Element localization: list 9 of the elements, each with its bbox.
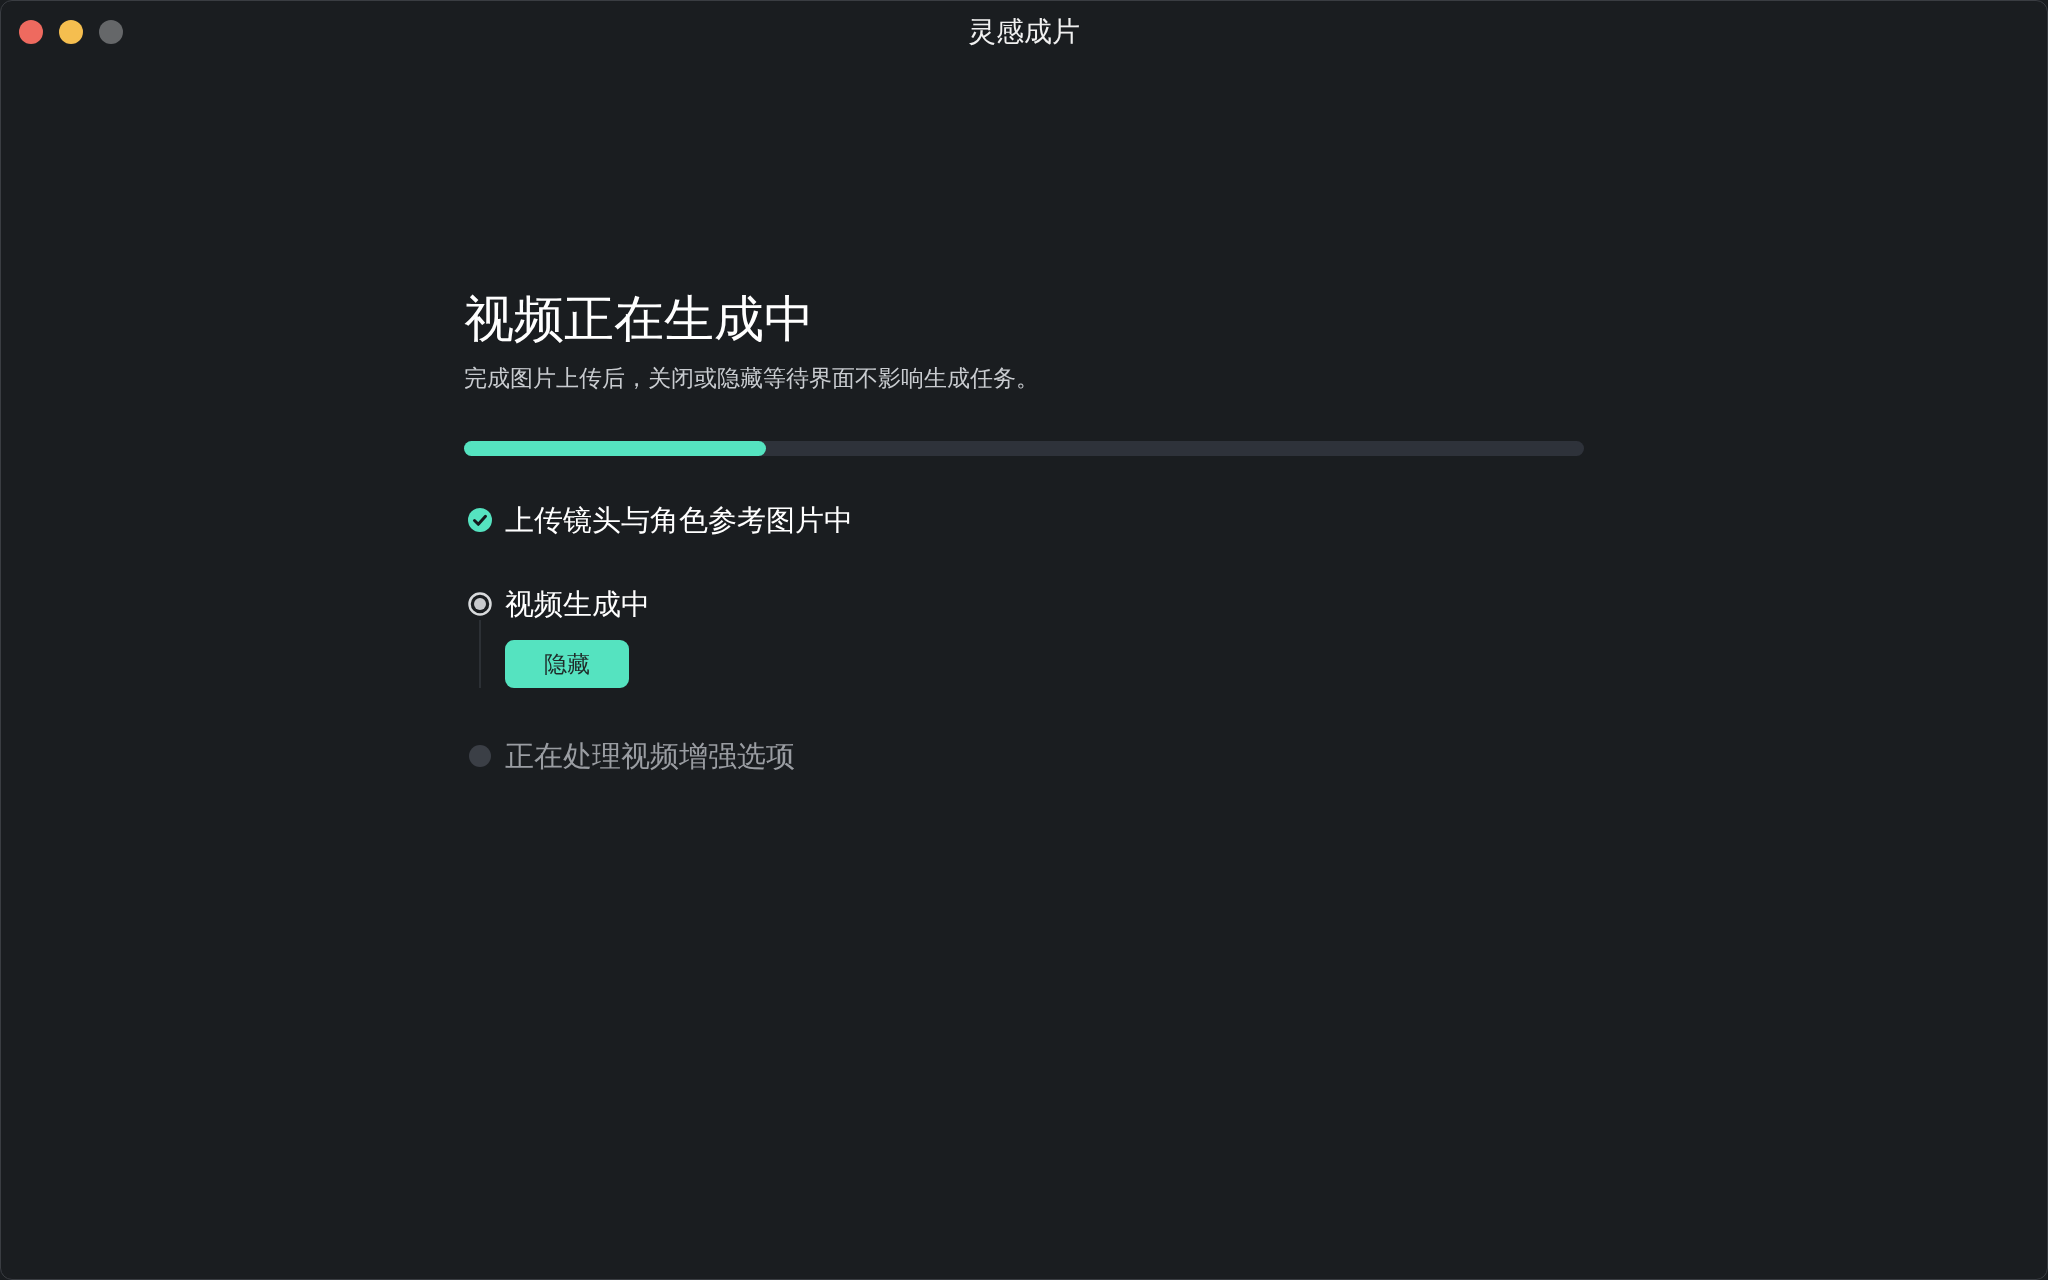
page-heading: 视频正在生成中 [464,289,815,349]
window-title: 灵感成片 [968,14,1080,50]
step-label: 上传镜头与角色参考图片中 [505,504,853,536]
close-button[interactable] [19,20,43,44]
minimize-button[interactable] [59,20,83,44]
hide-button[interactable]: 隐藏 [505,640,629,688]
step-label: 视频生成中 [505,588,650,620]
subtitle: 完成图片上传后，关闭或隐藏等待界面不影响生成任务。 [464,364,1040,393]
step-label: 正在处理视频增强选项 [505,740,795,772]
